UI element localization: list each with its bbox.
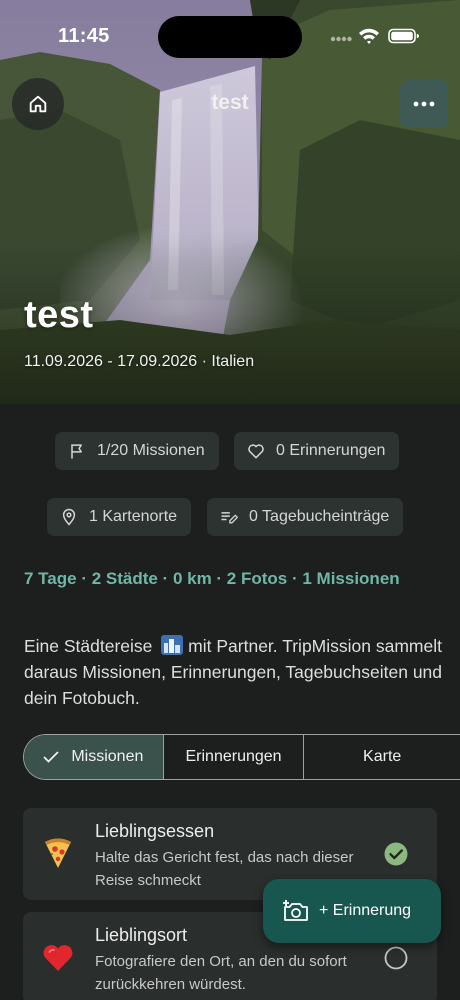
location-pin-icon — [62, 508, 76, 526]
dynamic-island — [158, 16, 302, 58]
status-time: 11:45 — [58, 25, 110, 47]
pizza-icon — [45, 838, 71, 868]
mission-title: Lieblingsort — [95, 925, 188, 945]
heart-outline-icon — [248, 444, 264, 459]
missions-chip[interactable]: 1/20 Missionen — [55, 432, 219, 470]
cellular-signal-icon — [330, 36, 352, 42]
trip-description: Eine Städtereise mit Partner. TripMissio… — [24, 633, 444, 711]
status-bar: 11:45 — [0, 0, 460, 72]
mission-description: Fotografiere den Ort, an den du sofort z… — [95, 953, 347, 993]
more-options-button[interactable] — [400, 80, 448, 128]
journal-chip-label: 0 Tagebucheinträge — [249, 508, 390, 525]
header-title: test — [211, 91, 249, 114]
add-memory-label: + Erinnerung — [319, 902, 412, 919]
battery-icon — [388, 28, 419, 44]
tab-map-label: Karte — [363, 748, 402, 765]
description-start: Eine Städtereise — [24, 636, 153, 656]
cityscape-icon — [161, 635, 184, 655]
home-icon — [29, 95, 47, 113]
wifi-icon — [359, 28, 379, 44]
view-segmented-control: Missionen Erinnerungen Karte — [23, 734, 460, 780]
home-button[interactable] — [12, 78, 64, 130]
more-horizontal-icon — [413, 101, 435, 107]
empty-circle-icon[interactable] — [383, 945, 409, 971]
checkmark-icon — [43, 751, 59, 763]
hero-image: 11:45 test test 11.09.2026 - 17.09.2026 … — [0, 0, 460, 404]
memories-chip[interactable]: 0 Erinnerungen — [234, 432, 400, 470]
map-places-chip-label: 1 Kartenorte — [89, 508, 178, 525]
map-places-chip[interactable]: 1 Kartenorte — [47, 498, 192, 536]
flag-icon — [71, 444, 82, 459]
check-circle-icon[interactable] — [383, 841, 409, 867]
heart-icon — [43, 945, 73, 971]
trip-title: test — [24, 294, 94, 336]
mission-title: Lieblingsessen — [95, 821, 215, 841]
trip-subtitle: 11.09.2026 - 17.09.2026 · Italien — [24, 353, 255, 370]
tab-missions-label: Missionen — [71, 748, 144, 765]
tab-memories[interactable]: Erinnerungen — [164, 735, 305, 779]
tab-map[interactable]: Karte — [304, 735, 460, 779]
memories-chip-label: 0 Erinnerungen — [276, 442, 386, 459]
tab-missions[interactable]: Missionen — [24, 735, 164, 779]
trip-stats: 7 Tage · 2 Städte · 0 km · 2 Fotos · 1 M… — [24, 569, 400, 588]
tab-memories-label: Erinnerungen — [185, 748, 282, 765]
edit-note-icon — [221, 512, 238, 524]
add-memory-button[interactable]: + Erinnerung — [263, 879, 441, 943]
missions-chip-label: 1/20 Missionen — [97, 442, 205, 459]
journal-chip[interactable]: 0 Tagebucheinträge — [207, 498, 404, 536]
add-photo-icon — [283, 900, 308, 921]
